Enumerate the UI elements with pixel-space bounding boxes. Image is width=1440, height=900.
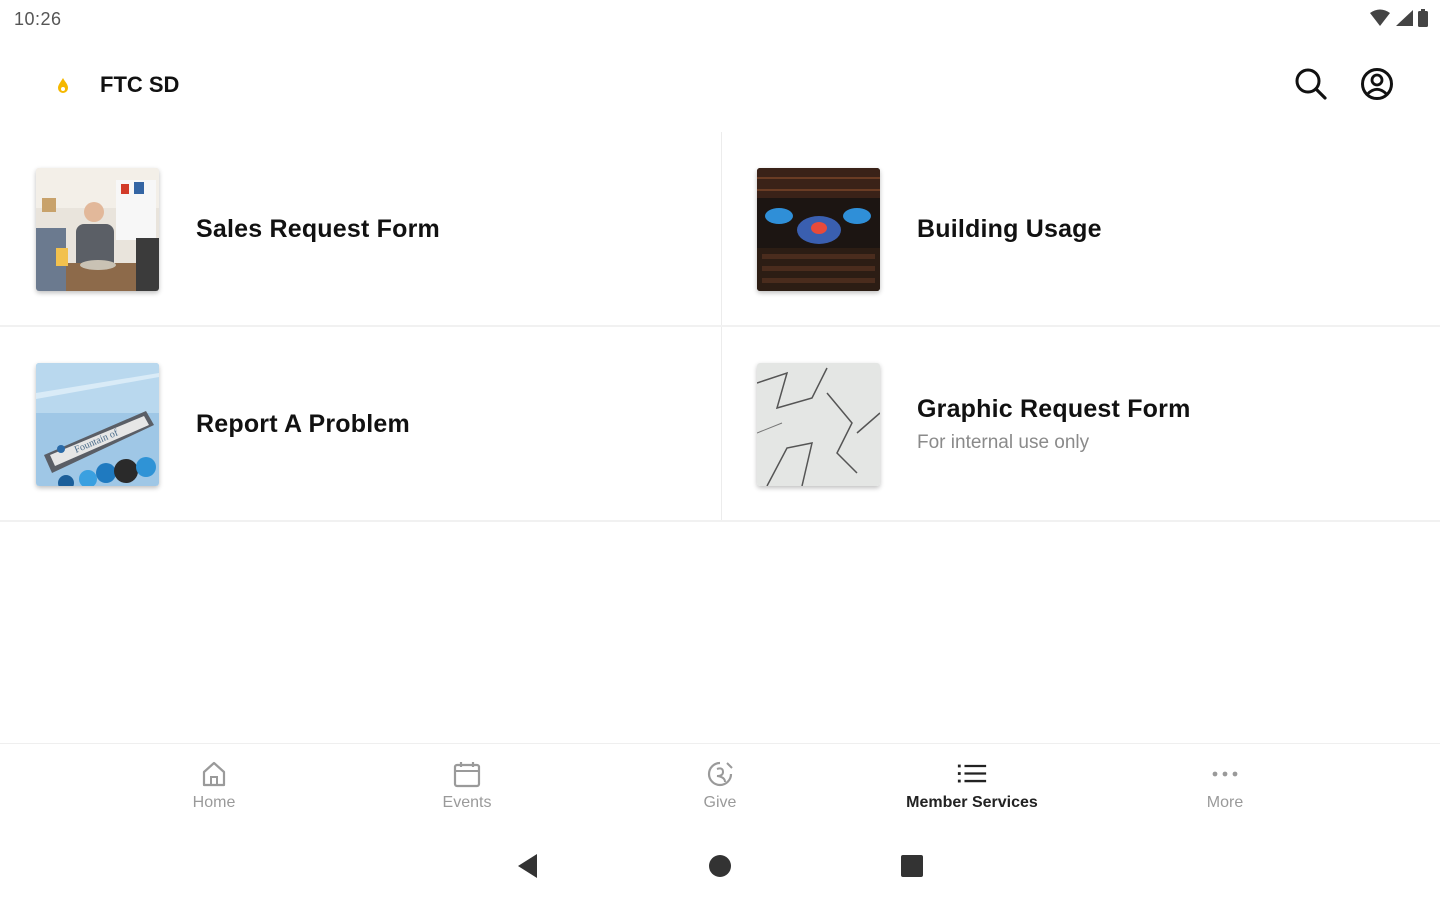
home-circle-icon [709, 855, 731, 877]
person-serving-food-photo [36, 168, 159, 291]
card-report-a-problem[interactable]: Fountain of Report A Problem [0, 327, 720, 521]
recents-button[interactable] [897, 851, 927, 881]
status-icons [1370, 9, 1428, 27]
cracked-surface-photo [757, 363, 880, 486]
nav-label: Give [703, 794, 737, 811]
account-button[interactable] [1357, 64, 1397, 104]
card-title: Sales Request Form [196, 214, 440, 243]
account-icon [1361, 68, 1393, 100]
nav-item-home[interactable]: Home [134, 744, 294, 829]
card-graphic-request-form[interactable]: Graphic Request Form For internal use on… [721, 327, 1440, 521]
nav-label: More [1206, 794, 1244, 811]
nav-item-give[interactable]: Give [640, 744, 800, 829]
nav-item-events[interactable]: Events [387, 744, 547, 829]
system-navigation [0, 835, 1440, 895]
home-icon [198, 758, 230, 790]
flame-logo-icon [58, 78, 68, 93]
calendar-icon [451, 758, 483, 790]
back-icon [518, 854, 537, 878]
card-texts: Graphic Request Form For internal use on… [917, 327, 1191, 521]
app-bar: FTC SD [0, 50, 1440, 122]
more-icon [1209, 758, 1241, 790]
wifi-icon [1370, 9, 1390, 26]
home-system-button[interactable] [705, 851, 735, 881]
search-icon [1295, 68, 1327, 100]
back-button[interactable] [512, 851, 542, 881]
nav-label: Home [192, 794, 236, 811]
status-time: 10:26 [14, 9, 62, 29]
cell-signal-icon [1396, 10, 1413, 26]
nav-item-more[interactable]: More [1145, 744, 1305, 829]
member-services-grid: Sales Request Form Building Usage Founta… [0, 132, 1440, 522]
card-texts: Report A Problem [196, 327, 410, 521]
card-title: Report A Problem [196, 409, 410, 438]
give-icon [704, 758, 736, 790]
list-icon [956, 758, 988, 790]
card-subtitle: For internal use only [917, 431, 1090, 453]
card-title: Building Usage [917, 214, 1102, 243]
status-bar: 10:26 [0, 0, 1440, 38]
card-sales-request-form[interactable]: Sales Request Form [0, 132, 720, 326]
card-building-usage[interactable]: Building Usage [721, 132, 1440, 326]
auditorium-stage-photo [757, 168, 880, 291]
church-sign-photo: Fountain of [36, 363, 159, 486]
card-texts: Building Usage [917, 132, 1102, 326]
bottom-navigation: Home Events Give Member Services More [0, 743, 1440, 828]
nav-label: Member Services [906, 794, 1038, 811]
search-button[interactable] [1291, 64, 1331, 104]
card-texts: Sales Request Form [196, 132, 440, 326]
recents-icon [901, 855, 923, 877]
nav-label: Events [442, 794, 492, 811]
card-title: Graphic Request Form [917, 394, 1191, 423]
battery-icon [1418, 9, 1428, 27]
nav-item-member-services[interactable]: Member Services [892, 744, 1052, 829]
app-title: FTC SD [100, 72, 180, 97]
